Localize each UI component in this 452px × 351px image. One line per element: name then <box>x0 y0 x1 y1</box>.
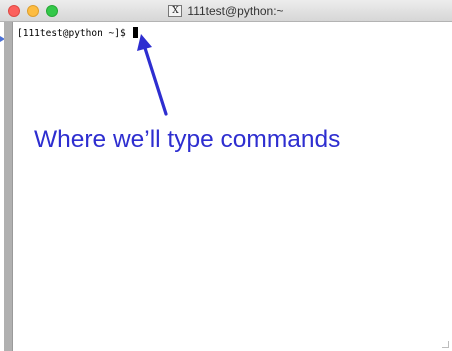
scrollbar[interactable] <box>4 22 13 351</box>
annotation-label: Where we’ll type commands <box>34 126 341 153</box>
terminal-area[interactable]: [111test@python ~]$ <box>14 22 452 351</box>
window-title-wrap: X 111test@python:~ <box>0 0 452 22</box>
resize-handle[interactable] <box>442 341 449 348</box>
shell-prompt: [111test@python ~]$ <box>17 28 126 39</box>
text-cursor <box>133 27 139 38</box>
window-title: 111test@python:~ <box>187 4 284 18</box>
prompt-line: [111test@python ~]$ <box>17 27 139 39</box>
terminal-window: X 111test@python:~ [111test@python ~]$ W… <box>0 0 452 351</box>
x11-icon: X <box>168 5 183 17</box>
title-bar[interactable]: X 111test@python:~ <box>0 0 452 22</box>
